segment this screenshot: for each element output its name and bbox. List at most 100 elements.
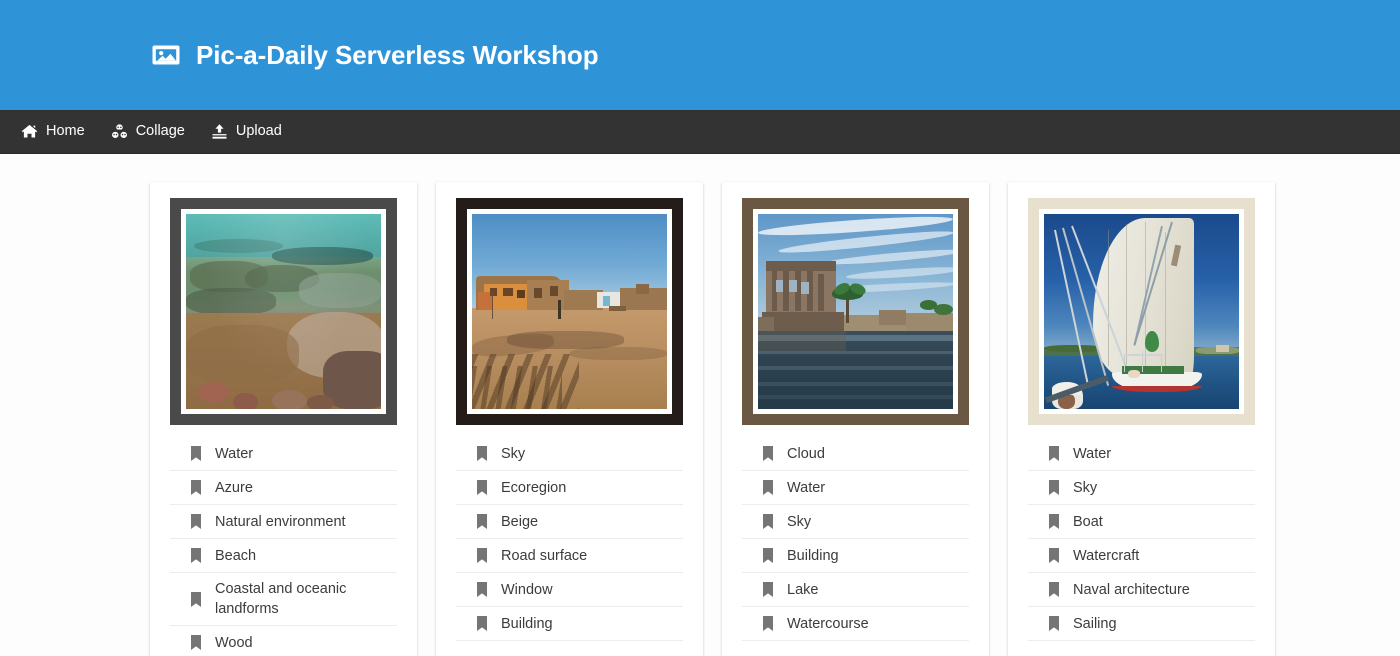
- home-icon: [21, 123, 38, 140]
- photo-card-temple-ruins[interactable]: Cloud Water Sky Building Lake Watercours…: [722, 182, 989, 656]
- photo-thumbnail[interactable]: [742, 198, 969, 425]
- label-row[interactable]: Cloud: [742, 437, 969, 471]
- photo-card-sailboat[interactable]: Water Sky Boat Watercraft Naval architec…: [1008, 182, 1275, 656]
- bookmark-icon: [1048, 582, 1060, 597]
- bookmark-icon: [190, 514, 202, 529]
- photo-image-temple-ruins: [758, 214, 953, 409]
- nav-item-upload[interactable]: Upload: [198, 110, 295, 154]
- bookmark-icon: [762, 616, 774, 631]
- photo-labels: Sky Ecoregion Beige Road surface Window: [456, 437, 683, 643]
- label-row[interactable]: Water: [170, 437, 397, 471]
- photo-image-desert-village: [472, 214, 667, 409]
- app-header: Pic-a-Daily Serverless Workshop: [0, 0, 1400, 110]
- label-text: Lake: [787, 581, 819, 598]
- page-title: Pic-a-Daily Serverless Workshop: [196, 40, 599, 70]
- nav-item-home[interactable]: Home: [8, 110, 98, 154]
- photo-card-grid: Water Azure Natural environment Beach Co…: [0, 182, 1400, 656]
- bookmark-icon: [476, 582, 488, 597]
- photo-image-shallow-water: [186, 214, 381, 409]
- label-row[interactable]: Window: [456, 573, 683, 607]
- nav-item-collage-label: Collage: [135, 123, 185, 140]
- label-text: Road surface: [501, 547, 588, 564]
- label-row[interactable]: Water: [1028, 437, 1255, 471]
- bookmark-icon: [476, 548, 488, 563]
- label-row[interactable]: Sailing: [1028, 607, 1255, 641]
- bookmark-icon: [762, 446, 774, 461]
- label-text: Beach: [215, 547, 257, 564]
- label-text: Cloud: [787, 445, 825, 462]
- nav-item-home-label: Home: [46, 123, 85, 140]
- bookmark-icon: [1048, 514, 1060, 529]
- label-text: Azure: [215, 479, 253, 496]
- bookmark-icon: [1048, 616, 1060, 631]
- brand: Pic-a-Daily Serverless Workshop: [152, 41, 599, 69]
- photo-labels: Water Azure Natural environment Beach Co…: [170, 437, 397, 656]
- label-row[interactable]: Wood: [170, 626, 397, 656]
- bookmark-icon: [762, 480, 774, 495]
- bookmark-icon: [190, 591, 202, 607]
- bookmark-icon: [476, 480, 488, 495]
- gallery-content: Water Azure Natural environment Beach Co…: [0, 154, 1400, 656]
- label-row[interactable]: Building: [456, 607, 683, 641]
- bookmark-icon: [190, 480, 202, 495]
- nav-item-upload-label: Upload: [235, 123, 282, 140]
- label-row[interactable]: Watercraft: [1028, 539, 1255, 573]
- bookmark-icon: [190, 446, 202, 461]
- label-row[interactable]: Beige: [456, 505, 683, 539]
- label-row[interactable]: Sky: [1028, 471, 1255, 505]
- photo-thumbnail[interactable]: [456, 198, 683, 425]
- photo-card-shallow-water[interactable]: Water Azure Natural environment Beach Co…: [150, 182, 417, 656]
- label-row[interactable]: Road surface: [456, 539, 683, 573]
- cubes-icon: [111, 123, 128, 140]
- label-row[interactable]: Natural environment: [170, 505, 397, 539]
- bookmark-icon: [1048, 480, 1060, 495]
- label-row[interactable]: Watercourse: [742, 607, 969, 641]
- bookmark-icon: [190, 635, 202, 650]
- label-text: Sky: [501, 445, 526, 462]
- image-icon: [152, 41, 180, 69]
- label-text: Water: [1073, 445, 1112, 462]
- label-text: Beige: [501, 513, 539, 530]
- bookmark-icon: [762, 514, 774, 529]
- photo-thumbnail[interactable]: [1028, 198, 1255, 425]
- label-row[interactable]: Building: [742, 539, 969, 573]
- label-row[interactable]: Sky: [456, 437, 683, 471]
- label-row[interactable]: Coastal and oceanic landforms: [170, 573, 397, 626]
- label-row[interactable]: Water: [742, 471, 969, 505]
- label-text: Window: [501, 581, 553, 598]
- photo-labels: Water Sky Boat Watercraft Naval architec…: [1028, 437, 1255, 643]
- bookmark-icon: [476, 616, 488, 631]
- label-row[interactable]: Boat: [1028, 505, 1255, 539]
- bookmark-icon: [762, 582, 774, 597]
- label-text: Wood: [215, 634, 253, 651]
- label-text: Building: [501, 615, 553, 632]
- label-text: Sky: [787, 513, 812, 530]
- main-nav: Home Collage Upload: [0, 110, 1400, 154]
- label-row[interactable]: Ecoregion: [456, 471, 683, 505]
- bookmark-icon: [190, 548, 202, 563]
- label-text: Building: [787, 547, 839, 564]
- bookmark-icon: [476, 446, 488, 461]
- bookmark-icon: [762, 548, 774, 563]
- photo-labels: Cloud Water Sky Building Lake Watercours…: [742, 437, 969, 643]
- label-row[interactable]: Naval architecture: [1028, 573, 1255, 607]
- label-text: Natural environment: [215, 513, 346, 530]
- upload-icon: [211, 123, 228, 140]
- label-row[interactable]: Azure: [170, 471, 397, 505]
- label-text: Water: [787, 479, 826, 496]
- photo-image-sailboat: [1044, 214, 1239, 409]
- photo-thumbnail[interactable]: [170, 198, 397, 425]
- bookmark-icon: [1048, 446, 1060, 461]
- label-row[interactable]: Beach: [170, 539, 397, 573]
- bookmark-icon: [1048, 548, 1060, 563]
- nav-item-collage[interactable]: Collage: [98, 110, 198, 154]
- label-row[interactable]: Lake: [742, 573, 969, 607]
- label-text: Ecoregion: [501, 479, 567, 496]
- bookmark-icon: [476, 514, 488, 529]
- label-text: Naval architecture: [1073, 581, 1190, 598]
- label-text: Coastal and oceanic landforms: [215, 581, 347, 617]
- label-row[interactable]: Sky: [742, 505, 969, 539]
- label-text: Sailing: [1073, 615, 1117, 632]
- label-text: Watercraft: [1073, 547, 1140, 564]
- photo-card-desert-village[interactable]: Sky Ecoregion Beige Road surface Window: [436, 182, 703, 656]
